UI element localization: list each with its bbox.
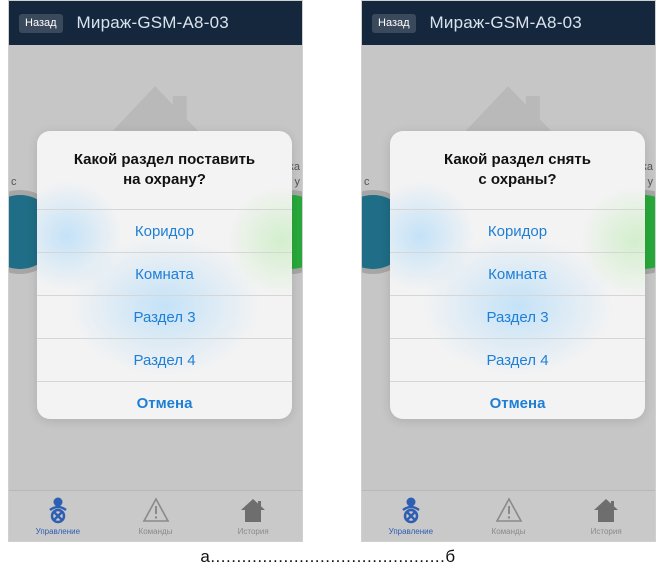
option-section-4[interactable]: Раздел 4 bbox=[37, 338, 292, 381]
background-text-left: c bbox=[11, 176, 17, 188]
back-button[interactable]: Назад bbox=[19, 13, 63, 33]
option-corridor[interactable]: Коридор bbox=[390, 209, 645, 252]
tab-label: Команды bbox=[138, 527, 173, 536]
background-text-right-2: у bbox=[294, 176, 301, 188]
tab-label: Управление bbox=[388, 527, 434, 536]
app-title: Мираж-GSM-A8-03 bbox=[429, 13, 582, 32]
tab-label: История bbox=[237, 527, 269, 536]
cancel-button[interactable]: Отмена bbox=[390, 381, 645, 419]
warning-icon bbox=[142, 497, 169, 522]
arm-section-dialog: Какой раздел поставить на охрану? Коридо… bbox=[37, 131, 292, 419]
tab-commands[interactable]: Команды bbox=[107, 491, 205, 541]
tab-history[interactable]: История bbox=[557, 491, 655, 541]
app-title: Мираж-GSM-A8-03 bbox=[76, 13, 229, 32]
phone-screen-b: Назад Мираж-GSM-A8-03 c ка у Управление … bbox=[361, 0, 656, 542]
option-corridor[interactable]: Коридор bbox=[37, 209, 292, 252]
tab-commands[interactable]: Команды bbox=[460, 491, 558, 541]
figure-caption: а.......................................… bbox=[200, 547, 456, 566]
tab-control[interactable]: Управление bbox=[362, 491, 460, 541]
option-section-3[interactable]: Раздел 3 bbox=[390, 295, 645, 338]
background-text-left: c bbox=[364, 176, 370, 188]
cancel-button[interactable]: Отмена bbox=[37, 381, 292, 419]
warning-icon bbox=[495, 497, 522, 522]
option-section-4[interactable]: Раздел 4 bbox=[390, 338, 645, 381]
control-icon bbox=[49, 497, 67, 524]
tab-label: История bbox=[590, 527, 622, 536]
back-button[interactable]: Назад bbox=[372, 13, 416, 33]
background-text-right-2: у bbox=[647, 176, 654, 188]
tab-bar: Управление Команды История bbox=[9, 490, 302, 541]
disarm-section-dialog: Какой раздел снять с охраны? Коридор Ком… bbox=[390, 131, 645, 419]
house-icon bbox=[241, 499, 266, 522]
phone-screen-a: Назад Мираж-GSM-A8-03 c ка у Управление … bbox=[8, 0, 303, 542]
tab-control[interactable]: Управление bbox=[9, 491, 107, 541]
option-room[interactable]: Комната bbox=[390, 252, 645, 295]
dialog-title: Какой раздел снять с охраны? bbox=[444, 151, 591, 188]
tab-bar: Управление Команды История bbox=[362, 490, 655, 541]
nav-bar: Назад Мираж-GSM-A8-03 bbox=[9, 1, 302, 45]
dialog-title: Какой раздел поставить на охрану? bbox=[73, 151, 256, 188]
tab-label: Команды bbox=[491, 527, 526, 536]
house-icon bbox=[594, 499, 619, 522]
tab-label: Управление bbox=[35, 527, 81, 536]
tab-history[interactable]: История bbox=[204, 491, 302, 541]
nav-bar: Назад Мираж-GSM-A8-03 bbox=[362, 1, 655, 45]
control-icon bbox=[402, 497, 420, 524]
option-section-3[interactable]: Раздел 3 bbox=[37, 295, 292, 338]
option-room[interactable]: Комната bbox=[37, 252, 292, 295]
